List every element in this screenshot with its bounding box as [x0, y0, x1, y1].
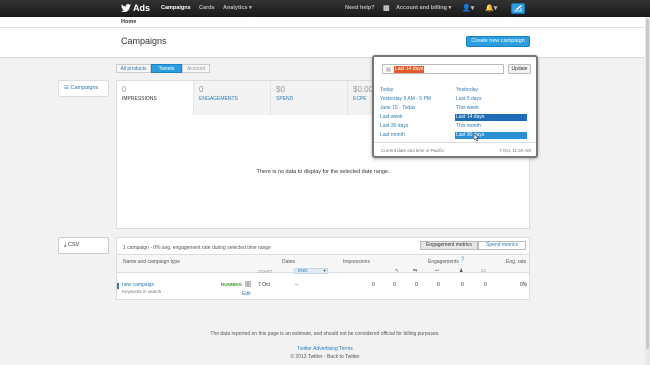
stat-impressions[interactable]: 0 IMPRESSIONS: [117, 81, 194, 115]
table-row[interactable]: [117, 276, 529, 296]
nav-analytics[interactable]: Analytics ▾: [223, 0, 252, 17]
update-button[interactable]: Update: [508, 64, 531, 74]
campaign-name-link[interactable]: new campaign: [122, 282, 154, 288]
header-start[interactable]: START: [258, 269, 272, 274]
engagement-value: 0: [461, 282, 464, 288]
option-this-month[interactable]: This month: [456, 123, 481, 130]
option-yesterday-9-5[interactable]: Yesterday 9 AM - 5 PM: [380, 96, 431, 103]
page-title: Campaigns: [121, 36, 167, 46]
option-last-14-days[interactable]: Last 14 days: [455, 114, 527, 121]
nav-cards[interactable]: Cards: [199, 0, 215, 17]
option-last-week[interactable]: Last week: [380, 114, 403, 121]
engagement-value: 0: [415, 282, 418, 288]
nav-campaigns[interactable]: Campaigns: [161, 0, 191, 17]
current-time-value: 7 Oct, 11:40 AM: [499, 148, 531, 153]
stat-label: ENGAGEMENTS: [199, 96, 238, 102]
stat-engagements[interactable]: 0 ENGAGEMENTS: [194, 81, 271, 115]
card-icon: ▭: [481, 268, 486, 274]
breadcrumb-home[interactable]: Home: [121, 19, 136, 25]
status-badge: RUNNING: [221, 282, 242, 287]
user-icon[interactable]: 👤▾: [462, 0, 474, 17]
sidebar-campaigns-label: Campaigns: [70, 85, 99, 91]
date-range-popover: ▤ Last 14 days Update Today Yesterday 9 …: [372, 55, 538, 158]
create-new-campaign-button[interactable]: Create new campaign: [466, 36, 530, 47]
option-today[interactable]: Today: [380, 87, 393, 94]
csv-export-button[interactable]: ⤓ CSV: [58, 237, 109, 254]
campaign-type: Keywords in search: [122, 289, 162, 294]
account-icon: ▦: [383, 5, 390, 12]
stat-value: 0: [122, 85, 127, 94]
compose-icon: [514, 5, 522, 12]
header-end-label: END: [298, 268, 308, 273]
pause-icon[interactable]: ▥: [245, 281, 251, 287]
spend-metrics-tab[interactable]: Spend metrics: [478, 241, 526, 250]
sort-down-icon: ▾: [323, 268, 326, 273]
account-billing-menu[interactable]: Account and billing ▾: [396, 0, 451, 17]
top-navigation-bar: Ads Campaigns Cards Analytics ▾ Need hel…: [0, 0, 650, 17]
option-this-week[interactable]: This week: [456, 105, 479, 112]
date-range-input-value: Last 14 days: [394, 66, 425, 73]
current-time-label: Current date and time in Pacific:: [381, 148, 446, 153]
header-impressions[interactable]: Impressions: [343, 259, 370, 265]
campaigns-table: 1 campaign - 0% avg. engagement rate dur…: [116, 237, 530, 300]
follow-icon: ♟: [459, 268, 464, 274]
header-end-sorted[interactable]: END ▾: [294, 268, 328, 274]
stat-spend[interactable]: $0 SPEND: [271, 81, 348, 115]
sidebar-item-campaigns[interactable]: ☰ Campaigns: [58, 80, 109, 97]
advertising-terms-link[interactable]: Twitter Advertising Terms: [0, 346, 650, 352]
page-scrollbar[interactable]: [645, 17, 650, 365]
popover-footer: Current date and time in Pacific: 7 Oct,…: [374, 142, 536, 156]
stat-label: SPEND: [276, 96, 294, 102]
stat-value: 0: [199, 85, 204, 94]
filter-all-products[interactable]: All products: [116, 64, 151, 73]
calendar-icon: ▤: [386, 67, 391, 73]
option-last-90-days[interactable]: Last 90 days: [455, 132, 527, 139]
brand-label: Ads: [133, 3, 151, 13]
option-last-5-days[interactable]: Last 5 days: [456, 96, 482, 103]
end-date: --: [295, 282, 299, 288]
no-data-message: There is no data to display for the sele…: [256, 169, 390, 175]
help-link[interactable]: Need help?: [345, 0, 375, 17]
header-name[interactable]: Name and campaign type: [123, 259, 180, 265]
scrollbar-thumb[interactable]: [646, 19, 649, 349]
row-indicator: [117, 283, 119, 289]
compose-tweet-button[interactable]: [511, 3, 525, 14]
stat-value: $0: [276, 85, 285, 94]
reply-icon: ↩: [435, 268, 440, 274]
impressions-value: 0: [372, 282, 375, 288]
filter-tweets[interactable]: Tweets: [151, 64, 182, 73]
disclaimer: The data reported on this page is an est…: [210, 331, 440, 337]
notifications-bell-icon[interactable]: 🔔▾: [485, 0, 497, 17]
header-eng-rate[interactable]: Eng. rate: [506, 259, 526, 265]
copyright: © 2013 Twitter · Back to Twitter: [290, 354, 360, 360]
table-summary: 1 campaign - 0% avg. engagement rate dur…: [123, 245, 271, 251]
pointer-icon: ↖: [395, 268, 400, 274]
edit-link[interactable]: Edit: [242, 291, 251, 297]
eng-rate-value: 0%: [520, 282, 528, 288]
date-range-input[interactable]: ▤ Last 14 days: [382, 64, 504, 74]
twitter-ads-logo[interactable]: Ads: [121, 2, 150, 15]
option-last-month[interactable]: Last month: [380, 132, 405, 139]
stat-label: IMPRESSIONS: [122, 96, 157, 102]
option-last-30-days[interactable]: Last 30 days: [380, 123, 408, 130]
filter-account[interactable]: Account: [182, 64, 210, 73]
header-engagements[interactable]: Engagements: [428, 259, 459, 265]
breadcrumb: Home: [0, 17, 650, 28]
option-june-15-today[interactable]: June 15 - Today: [380, 105, 416, 112]
start-date: 7 Oct: [258, 282, 270, 288]
engagement-metrics-tab[interactable]: Engagement metrics: [420, 241, 478, 250]
retweet-icon: ⇆: [413, 268, 418, 274]
csv-label: CSV: [67, 242, 80, 248]
help-circle-icon[interactable]: ?: [461, 257, 464, 263]
mouse-cursor-icon: [474, 134, 480, 141]
engagement-value: 0: [484, 282, 487, 288]
engagement-value: 0: [393, 282, 396, 288]
option-yesterday[interactable]: Yesterday: [456, 87, 478, 94]
twitter-bird-icon: [121, 4, 131, 12]
engagement-value: 0: [437, 282, 440, 288]
header-dates: Dates: [282, 259, 296, 265]
page-header: Campaigns: [0, 28, 650, 58]
